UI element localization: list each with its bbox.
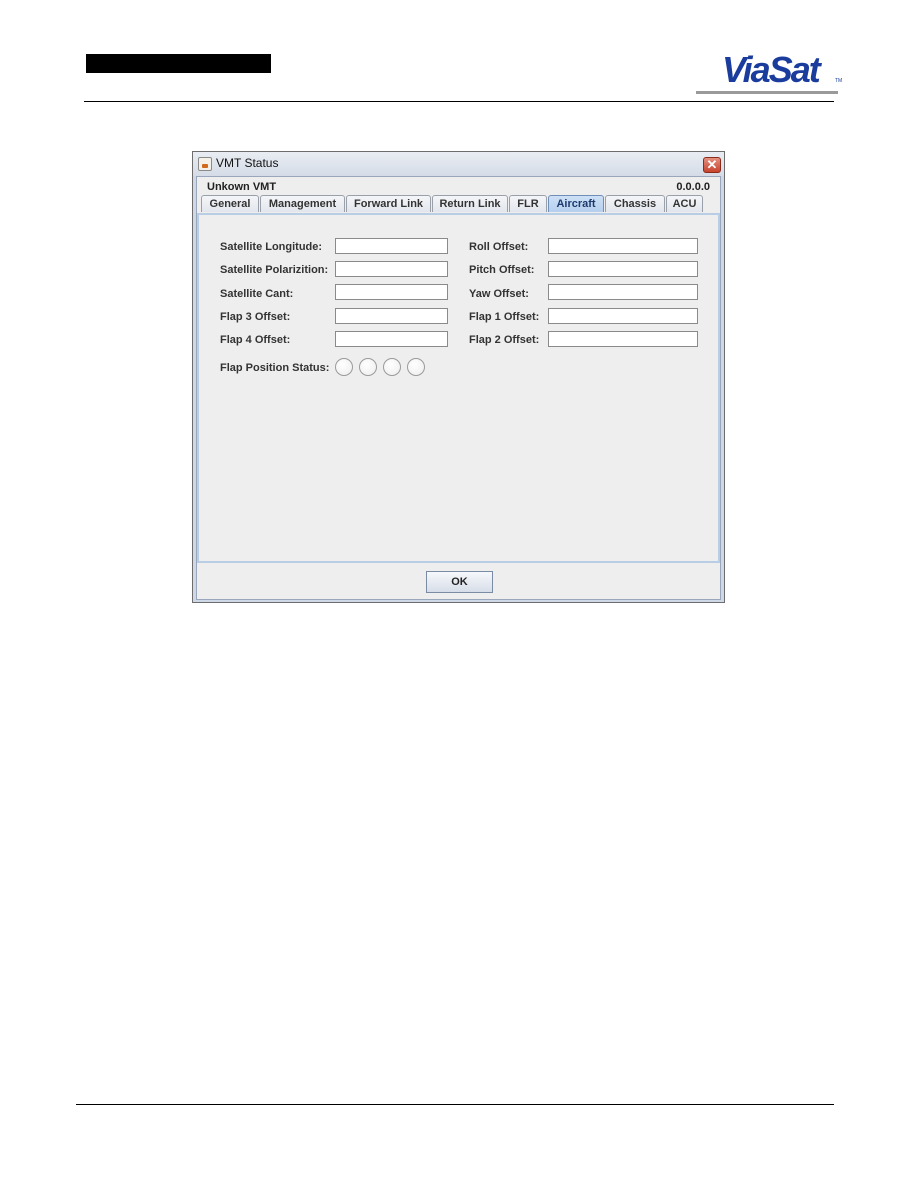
footer-rule: [76, 1104, 834, 1105]
tab-acu[interactable]: ACU: [666, 195, 703, 212]
flap-2-offset-label: Flap 2 Offset:: [469, 334, 540, 346]
window-title: VMT Status: [216, 156, 279, 170]
flap-4-offset-field[interactable]: [335, 331, 448, 347]
tab-chassis[interactable]: Chassis: [605, 195, 665, 212]
yaw-offset-field[interactable]: [548, 284, 698, 300]
vmt-status-window: VMT Status ✕ Unkown VMT 0.0.0.0 General …: [192, 151, 725, 603]
flap-3-offset-label: Flap 3 Offset:: [220, 311, 291, 323]
satellite-cant-label: Satellite Cant:: [220, 288, 294, 300]
vmt-version-label: 0.0.0.0: [676, 181, 710, 193]
window-content: Unkown VMT 0.0.0.0 General Management Fo…: [196, 176, 721, 600]
tab-general[interactable]: General: [201, 195, 259, 212]
tab-return-link[interactable]: Return Link: [432, 195, 508, 212]
flap-status-indicator-3: [383, 358, 401, 376]
redacted-header-block: [86, 54, 271, 73]
logo-trademark: TM: [835, 78, 843, 84]
pitch-offset-field[interactable]: [548, 261, 698, 277]
roll-offset-label: Roll Offset:: [469, 241, 529, 253]
flap-2-offset-field[interactable]: [548, 331, 698, 347]
java-app-icon: [198, 157, 212, 171]
viasat-logo: ViaSat TM: [696, 49, 843, 94]
title-bar[interactable]: VMT Status ✕: [193, 152, 724, 176]
logo-text: ViaSat: [722, 49, 821, 90]
flap-status-indicator-1: [335, 358, 353, 376]
tab-flr[interactable]: FLR: [509, 195, 547, 212]
flap-1-offset-label: Flap 1 Offset:: [469, 311, 540, 323]
tab-management[interactable]: Management: [260, 195, 345, 212]
header-rule: [84, 101, 834, 102]
satellite-longitude-label: Satellite Longitude:: [220, 241, 323, 253]
flap-status-indicator-4: [407, 358, 425, 376]
tab-aircraft[interactable]: Aircraft: [548, 195, 604, 212]
satellite-longitude-field[interactable]: [335, 238, 448, 254]
flap-status-indicator-2: [359, 358, 377, 376]
logo-underline: [696, 91, 838, 94]
satellite-polarization-label: Satellite Polarizition:: [220, 264, 329, 276]
flap-3-offset-field[interactable]: [335, 308, 448, 324]
ok-button[interactable]: OK: [426, 571, 493, 593]
pitch-offset-label: Pitch Offset:: [469, 264, 535, 276]
close-button[interactable]: ✕: [703, 157, 721, 173]
flap-4-offset-label: Flap 4 Offset:: [220, 334, 291, 346]
satellite-cant-field[interactable]: [335, 284, 448, 300]
flap-1-offset-field[interactable]: [548, 308, 698, 324]
satellite-polarization-field[interactable]: [335, 261, 448, 277]
flap-position-status-label: Flap Position Status:: [220, 362, 330, 374]
yaw-offset-label: Yaw Offset:: [469, 288, 529, 300]
roll-offset-field[interactable]: [548, 238, 698, 254]
tab-forward-link[interactable]: Forward Link: [346, 195, 431, 212]
aircraft-panel: Satellite Longitude: Satellite Polarizit…: [197, 213, 720, 563]
vmt-name-label: Unkown VMT: [207, 181, 277, 193]
